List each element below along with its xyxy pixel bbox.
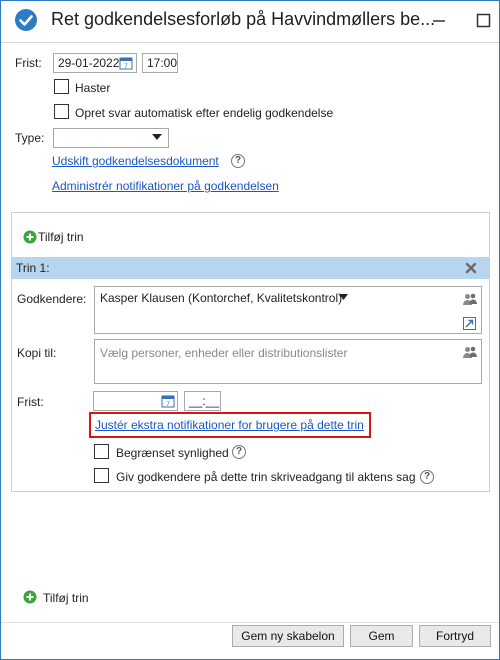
copy-to-field[interactable]: Vælg personer, enheder eller distributio… [94,339,482,384]
maximize-icon[interactable] [474,11,494,31]
type-label: Type: [15,131,45,145]
people-icon[interactable] [463,345,477,359]
haster-checkbox[interactable] [54,79,69,94]
limited-visibility-checkbox[interactable] [94,444,109,459]
approvers-field[interactable]: Kasper Klausen (Kontorchef, Kvalitetskon… [94,286,482,334]
step-title: Trin 1: [16,261,50,275]
write-access-checkbox[interactable] [94,468,109,483]
copy-to-label: Kopi til: [17,346,57,360]
footer-separator [1,622,499,623]
chevron-down-icon [152,134,162,140]
expand-icon[interactable] [463,317,476,330]
approver-name[interactable]: Kasper Klausen (Kontorchef, Kvalitetskon… [100,291,342,305]
manage-notifications-link[interactable]: Administrér notifikationer på godkendels… [52,179,279,193]
save-template-button[interactable]: Gem ny skabelon [232,625,344,647]
help-icon[interactable]: ? [231,154,245,168]
limited-visibility-label: Begrænset synlighed [116,446,229,460]
people-icon[interactable] [463,292,477,306]
add-icon[interactable] [23,590,37,604]
date-value: 29-01-2022 [58,56,120,70]
add-icon[interactable] [23,230,37,244]
dialog-window: Ret godkendelsesforløb på Havvindmøllers… [0,0,500,660]
title-separator [1,42,499,43]
approvers-label: Godkendere: [17,292,87,306]
auto-reply-checkbox[interactable] [54,104,69,119]
help-icon[interactable]: ? [420,470,434,484]
add-step-bottom-label[interactable]: Tilføj trin [43,591,89,605]
chevron-down-icon[interactable] [339,294,348,300]
minimize-icon[interactable] [429,11,449,31]
calendar-icon[interactable]: 7 [161,394,175,408]
close-icon[interactable] [464,261,478,275]
copy-to-placeholder: Vælg personer, enheder eller distributio… [100,346,348,360]
step-time-value: __:__ [189,394,220,408]
title-bar: Ret godkendelsesforløb på Havvindmøllers… [1,1,499,41]
save-button[interactable]: Gem [350,625,413,647]
calendar-icon[interactable]: 7 [119,56,133,70]
check-circle-icon [15,9,37,31]
help-icon[interactable]: ? [232,445,246,459]
frist-label: Frist: [15,56,42,70]
time-value: 17:00 [147,56,178,70]
write-access-label: Giv godkendere på dette trin skriveadgan… [116,470,416,484]
add-step-top-label[interactable]: Tilføj trin [38,230,84,244]
extra-notifications-link[interactable]: Justér ekstra notifikationer for brugere… [95,418,364,432]
step-header: Trin 1: [11,257,490,279]
step-deadline-label: Frist: [17,395,44,409]
cancel-button[interactable]: Fortryd [419,625,491,647]
step-time-field[interactable]: __:__ [184,391,221,411]
auto-reply-label: Opret svar automatisk efter endelig godk… [75,106,334,120]
haster-label: Haster [75,81,111,95]
replace-document-link[interactable]: Udskift godkendelsesdokument [52,154,219,168]
window-title: Ret godkendelsesforløb på Havvindmøllers… [51,9,436,29]
time-field[interactable]: 17:00 [142,53,178,73]
